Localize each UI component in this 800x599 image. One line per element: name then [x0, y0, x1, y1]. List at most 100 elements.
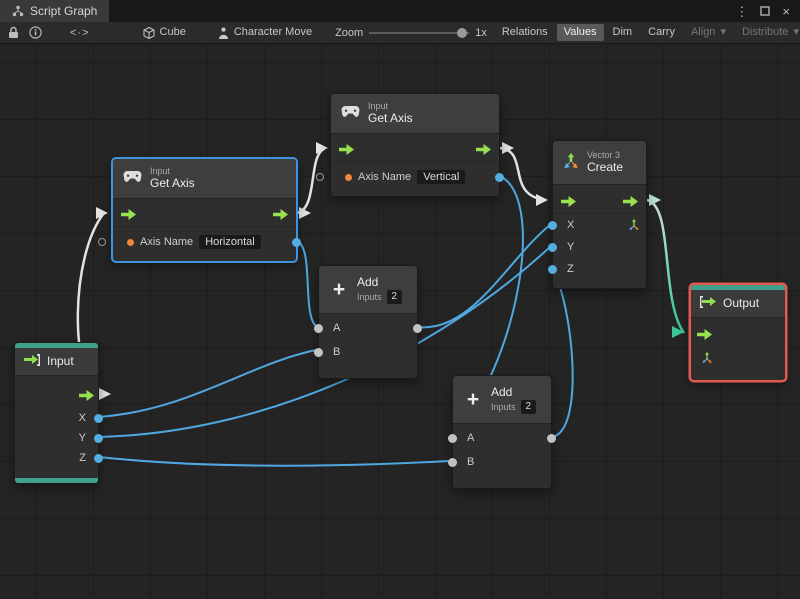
node-header: + Add Inputs 2: [453, 376, 551, 424]
inputs-label: Inputs: [357, 292, 382, 303]
inputs-label: Inputs: [491, 402, 516, 413]
node-get-axis-vertical[interactable]: Input Get Axis Axis Name Vertical: [316, 93, 504, 197]
port-y-label: Y: [567, 241, 575, 253]
node-title: Add: [491, 384, 513, 399]
flow-in-port[interactable]: [697, 329, 712, 340]
port-x-out[interactable]: [94, 413, 103, 423]
character-icon: [218, 27, 229, 39]
node-add-top[interactable]: + Add Inputs 2 A B: [314, 265, 422, 379]
node-header: Input: [15, 348, 98, 376]
zoom-label: Zoom: [335, 26, 364, 39]
input-color-bar-bottom: [15, 478, 98, 483]
output-icon: [699, 296, 716, 311]
node-header: Input Get Axis: [331, 94, 499, 134]
node-category: Input: [150, 166, 171, 177]
node-graph-output[interactable]: Output: [690, 284, 786, 381]
character-move-label: Character Move: [233, 25, 313, 38]
flow-out-port[interactable]: [476, 143, 491, 155]
relations-label: Relations: [501, 25, 548, 38]
tab-script-graph[interactable]: Script Graph: [0, 0, 110, 22]
cube-button[interactable]: Cube: [136, 24, 193, 41]
relations-button[interactable]: Relations: [495, 24, 555, 41]
port-y-out[interactable]: [94, 433, 103, 443]
port-y-in[interactable]: [548, 242, 557, 252]
port-z-label: Z: [567, 263, 574, 275]
port-a-in[interactable]: [448, 433, 457, 443]
node-add-bottom[interactable]: + Add Inputs 2 A B: [448, 375, 556, 489]
add-icon: +: [466, 387, 480, 411]
node-graph-input[interactable]: Input X Y Z: [14, 342, 103, 484]
dropdown-icon: ▾: [793, 25, 799, 38]
node-header: Vector 3 Create: [553, 141, 646, 185]
flow-out-port[interactable]: [79, 390, 94, 401]
node-header: + Add Inputs 2: [319, 266, 417, 314]
inputs-count-field[interactable]: 2: [386, 290, 403, 305]
axis-name-label: Axis Name: [140, 236, 194, 248]
axis-name-port[interactable]: [98, 237, 106, 246]
string-type-dot: [127, 238, 134, 246]
port-b-in[interactable]: [314, 347, 323, 357]
zoom-slider-handle[interactable]: [457, 27, 468, 38]
values-button[interactable]: Values: [556, 23, 604, 42]
axis-name-label: Axis Name: [358, 171, 412, 183]
port-y-label: Y: [78, 432, 86, 444]
flow-in-port[interactable]: [121, 208, 136, 220]
port-a-label: A: [467, 432, 475, 444]
string-type-dot: [345, 173, 352, 181]
dim-label: Dim: [612, 25, 633, 38]
dim-button[interactable]: Dim: [606, 24, 640, 41]
values-label: Values: [563, 25, 597, 38]
carry-label: Carry: [648, 25, 675, 38]
graph-canvas[interactable]: Input Get Axis Axis Name Vertical Input …: [0, 44, 800, 599]
close-icon[interactable]: ×: [782, 5, 790, 18]
node-title: Create: [587, 160, 624, 175]
inputs-count-field[interactable]: 2: [520, 400, 537, 415]
axis-name-port[interactable]: [316, 172, 324, 181]
cube-icon: [143, 26, 155, 39]
window-buttons: ⋮ ×: [725, 0, 800, 22]
distribute-label: Distribute: [741, 25, 789, 38]
port-a-in[interactable]: [314, 323, 323, 333]
script-graph-icon: [12, 5, 24, 17]
node-category: Vector 3: [587, 150, 621, 161]
info-icon[interactable]: [29, 26, 42, 39]
code-icon[interactable]: <·>: [70, 27, 90, 39]
value-out-port[interactable]: [292, 237, 301, 247]
port-b-in[interactable]: [448, 457, 457, 467]
flow-in-port[interactable]: [561, 195, 576, 207]
port-z-in[interactable]: [548, 264, 557, 274]
node-vector3-create[interactable]: Vector 3 Create X Y Z: [548, 140, 647, 289]
add-icon: +: [332, 277, 346, 301]
maximize-icon[interactable]: [760, 5, 771, 18]
port-z-label: Z: [79, 452, 86, 464]
vector3-in-port-icon[interactable]: [701, 352, 713, 364]
port-b-label: B: [467, 456, 475, 468]
zoom-slider[interactable]: [369, 27, 470, 38]
flow-out-port[interactable]: [623, 195, 638, 207]
axis-name-field[interactable]: Vertical: [417, 170, 466, 184]
gamepad-icon: [123, 171, 142, 186]
axis-name-field[interactable]: Horizontal: [199, 235, 261, 249]
vector3-out-port-icon[interactable]: [628, 219, 640, 231]
node-header: Output: [691, 290, 785, 318]
flow-in-port[interactable]: [339, 143, 354, 155]
dropdown-icon: ▾: [720, 25, 726, 38]
port-sum-out[interactable]: [413, 323, 422, 333]
node-get-axis-horizontal[interactable]: Input Get Axis Axis Name Horizontal: [98, 158, 301, 262]
node-title: Get Axis: [150, 176, 195, 191]
flow-out-port[interactable]: [273, 208, 288, 220]
character-move-button[interactable]: Character Move: [211, 24, 319, 41]
kebab-icon[interactable]: ⋮: [735, 5, 748, 18]
align-label: Align: [690, 25, 716, 38]
node-header: Input Get Axis: [113, 159, 296, 199]
lock-icon[interactable]: [8, 26, 19, 39]
port-z-out[interactable]: [94, 453, 103, 463]
carry-button[interactable]: Carry: [641, 24, 682, 41]
cube-label: Cube: [159, 25, 186, 38]
align-button[interactable]: Align ▾: [684, 24, 733, 41]
distribute-button[interactable]: Distribute ▾: [735, 24, 800, 41]
value-out-port[interactable]: [495, 172, 504, 182]
port-x-in[interactable]: [548, 220, 557, 230]
port-sum-out[interactable]: [547, 433, 556, 443]
port-a-label: A: [333, 322, 341, 334]
